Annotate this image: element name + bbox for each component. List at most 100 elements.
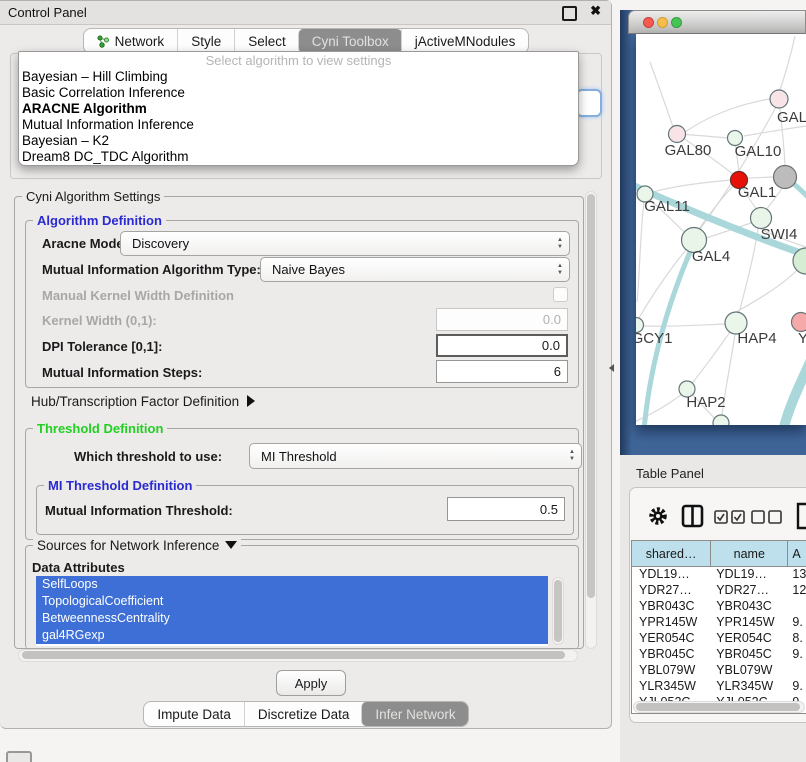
- tab-jactivemnodules[interactable]: jActiveMNodules: [401, 29, 529, 53]
- tab-infer-network[interactable]: Infer Network: [361, 702, 468, 726]
- minimized-panel-chip[interactable]: [6, 751, 32, 762]
- label-gal11: GAL11: [644, 198, 690, 215]
- popup-item-bayesian-k2[interactable]: Bayesian – K2: [19, 133, 578, 149]
- mi-type-value: Naive Bayes: [261, 262, 551, 277]
- table-horizontal-scrollbar[interactable]: [633, 701, 805, 713]
- aracne-mode-combobox[interactable]: Discovery ▲▼: [120, 231, 570, 256]
- table-row[interactable]: YER054CYER054C8.: [632, 631, 806, 647]
- settings-vertical-scrollbar[interactable]: [585, 191, 597, 649]
- control-panel-window: Control Panel ✖ Network Style Sel: [0, 0, 612, 729]
- popup-item-aracne[interactable]: ARACNE Algorithm: [19, 101, 578, 117]
- close-panel-button[interactable]: ✖: [590, 3, 601, 19]
- mi-type-label: Mutual Information Algorithm Type:: [42, 262, 261, 277]
- mi-steps-field[interactable]: 6: [436, 360, 568, 383]
- node-bottom[interactable]: [713, 415, 729, 425]
- mi-threshold-group: MI Threshold Definition Mutual Informati…: [36, 485, 574, 535]
- node-labels: GAL GAL80 GAL10 GAL1 GAL11 SWI4 GAL4 GCY…: [636, 109, 806, 411]
- control-panel-titlebar[interactable]: Control Panel ✖: [0, 1, 611, 25]
- combo-spinner-icon: ▲▼: [551, 263, 569, 277]
- column-header-cut[interactable]: A: [788, 541, 806, 566]
- attribute-item-betweennesscentrality[interactable]: BetweennessCentrality: [36, 610, 548, 627]
- float-window-button[interactable]: [562, 6, 577, 21]
- collapse-arrow-icon: [225, 541, 237, 549]
- splitpane-collapse-arrow[interactable]: [609, 364, 614, 372]
- cyni-settings-group-title: Cyni Algorithm Settings: [22, 189, 164, 204]
- popup-item-dream8[interactable]: Dream8 DC_TDC Algorithm: [19, 149, 578, 165]
- hub-definition-label: Hub/Transcription Factor Definition: [31, 394, 239, 409]
- network-window-titlebar[interactable]: [628, 10, 806, 34]
- tab-network-label: Network: [115, 34, 165, 49]
- which-threshold-combobox[interactable]: MI Threshold ▲▼: [249, 443, 582, 469]
- network-canvas[interactable]: GAL GAL80 GAL10 GAL1 GAL11 SWI4 GAL4 GCY…: [636, 34, 806, 425]
- tab-style[interactable]: Style: [177, 29, 234, 53]
- label-gal4: GAL4: [692, 248, 730, 265]
- mac-zoom-button[interactable]: [671, 17, 682, 28]
- select-all-checkboxes-icon[interactable]: [714, 510, 746, 525]
- label-gal: GAL: [777, 109, 806, 126]
- popup-item-basic-correlation[interactable]: Basic Correlation Inference: [19, 85, 578, 101]
- tab-discretize-data[interactable]: Discretize Data: [244, 702, 363, 726]
- tab-select[interactable]: Select: [234, 29, 299, 53]
- attribute-item-topologicalcoefficient[interactable]: TopologicalCoefficient: [36, 593, 548, 610]
- popup-placeholder: Select algorithm to view settings: [19, 52, 578, 69]
- column-header-name[interactable]: name: [711, 541, 788, 566]
- sources-group-title[interactable]: Sources for Network Inference: [33, 538, 241, 553]
- hub-definition-toggle[interactable]: Hub/Transcription Factor Definition: [31, 394, 255, 409]
- tab-network[interactable]: Network: [84, 29, 178, 53]
- mac-close-button[interactable]: [643, 17, 654, 28]
- table-row[interactable]: YLR345WYLR345W9.: [632, 679, 806, 695]
- column-header-shared-name[interactable]: shared…: [632, 541, 711, 566]
- gear-icon[interactable]: [648, 506, 668, 526]
- table-row[interactable]: YDR27…YDR27…12: [632, 583, 806, 599]
- mi-steps-label: Mutual Information Steps:: [42, 365, 202, 380]
- deselect-all-checkboxes-icon[interactable]: [751, 510, 783, 525]
- popup-item-bayesian-hill-climbing[interactable]: Bayesian – Hill Climbing: [19, 69, 578, 85]
- columns-icon[interactable]: [681, 504, 704, 528]
- mac-minimize-button[interactable]: [657, 17, 668, 28]
- mi-type-combobox[interactable]: Naive Bayes ▲▼: [260, 257, 570, 282]
- attribute-item-selfloops[interactable]: SelfLoops: [36, 576, 548, 593]
- control-panel-title: Control Panel: [8, 5, 87, 20]
- network-graph: GAL GAL80 GAL10 GAL1 GAL11 SWI4 GAL4 GCY…: [636, 34, 806, 425]
- attribute-item-gal4rgexp[interactable]: gal4RGexp: [36, 627, 548, 644]
- which-threshold-label: Which threshold to use:: [74, 449, 222, 464]
- apply-button[interactable]: Apply: [276, 670, 346, 696]
- manual-kernel-checkbox[interactable]: [553, 287, 568, 302]
- data-attributes-list: SelfLoops TopologicalCoefficient Between…: [36, 576, 548, 646]
- kernel-width-field[interactable]: 0.0: [436, 308, 568, 331]
- node-gal80[interactable]: [669, 126, 686, 143]
- algorithm-combobox-focused[interactable]: [576, 89, 602, 117]
- manual-kernel-label: Manual Kernel Width Definition: [42, 288, 234, 303]
- table-row[interactable]: YPR145WYPR145W9.: [632, 615, 806, 631]
- scrollbar-thumb[interactable]: [636, 703, 800, 711]
- table-body: YDL19…YDL19…13 YDR27…YDR27…12 YBR043CYBR…: [632, 567, 806, 711]
- tab-impute-data[interactable]: Impute Data: [144, 702, 244, 726]
- mi-threshold-field[interactable]: 0.5: [447, 497, 565, 521]
- node-gray[interactable]: [774, 166, 797, 189]
- scrollbar-thumb[interactable]: [587, 194, 595, 598]
- scrollbar-thumb[interactable]: [554, 580, 562, 642]
- scrollbar-thumb[interactable]: [22, 651, 565, 659]
- table-row[interactable]: YBR045CYBR045C9.: [632, 647, 806, 663]
- aracne-mode-value: Discovery: [121, 236, 551, 251]
- data-attributes-label: Data Attributes: [32, 560, 125, 575]
- label-gal10: GAL10: [735, 143, 782, 160]
- node-gal2[interactable]: [770, 90, 788, 108]
- label-swi4: SWI4: [761, 226, 798, 243]
- attributes-list-scrollbar[interactable]: [552, 577, 564, 645]
- label-y-cut: Y: [798, 330, 806, 347]
- network-icon: [97, 35, 110, 48]
- new-document-icon[interactable]: [796, 502, 806, 530]
- table-header-row: shared… name A: [632, 541, 806, 567]
- mi-threshold-title: MI Threshold Definition: [44, 478, 196, 493]
- screenshot-stage: Control Panel ✖ Network Style Sel: [0, 0, 806, 762]
- algorithm-definition-group: Algorithm Definition Aracne Mode: Discov…: [25, 220, 579, 388]
- dpi-tolerance-field[interactable]: 0.0: [436, 334, 568, 357]
- tab-cyni-toolbox[interactable]: Cyni Toolbox: [298, 29, 402, 53]
- node-salmon[interactable]: [792, 313, 806, 332]
- settings-horizontal-scrollbar[interactable]: [18, 649, 578, 662]
- table-row[interactable]: YBR043CYBR043C: [632, 599, 806, 615]
- table-row[interactable]: YDL19…YDL19…13: [632, 567, 806, 583]
- table-row[interactable]: YBL079WYBL079W: [632, 663, 806, 679]
- popup-item-mutual-information[interactable]: Mutual Information Inference: [19, 117, 578, 133]
